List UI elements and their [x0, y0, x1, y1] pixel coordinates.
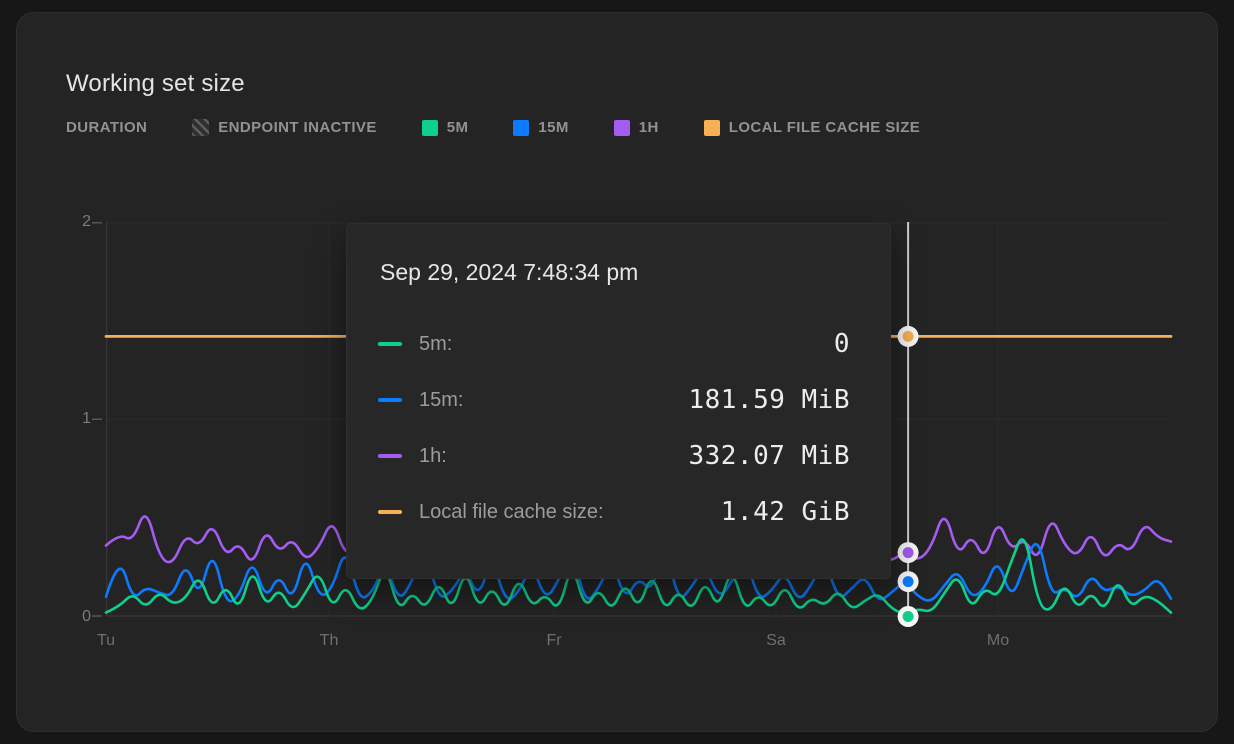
tooltip-rows: 5m: 0 15m: 181.59 MiB 1h: 332.07 MiB Local fil… [378, 329, 850, 527]
x-axis-label: Tu [97, 632, 115, 650]
chart-area: 2 1 0 Tu Th Fr Sa Mo Sep 29, 2024 7:48:34 pm 5… [17, 13, 1217, 731]
tooltip-timestamp: Sep 29, 2024 7:48:34 pm [380, 257, 850, 287]
series-color-dash [378, 342, 402, 346]
x-axis-label: Fr [546, 632, 561, 650]
y-axis-label: 0 [47, 606, 91, 628]
series-color-dash [378, 510, 402, 514]
crosshair-dot-5m [903, 611, 914, 622]
tooltip-row-label: Local file cache size: [419, 501, 604, 524]
series-color-dash [378, 398, 402, 402]
tooltip-row-value: 332.07 MiB [688, 441, 850, 471]
tooltip-row-value: 181.59 MiB [688, 385, 850, 415]
tooltip-row-15m: 15m: 181.59 MiB [378, 385, 850, 415]
tooltip-row-5m: 5m: 0 [378, 329, 850, 359]
tooltip-row-value: 0 [834, 329, 850, 359]
x-axis-label: Sa [766, 632, 786, 650]
tooltip-row-label: 1h: [419, 445, 447, 468]
x-axis-label: Mo [987, 632, 1009, 650]
series-color-dash [378, 454, 402, 458]
crosshair-dot-local_file_cache_size [903, 331, 914, 342]
tooltip-row-label: 5m: [419, 333, 452, 356]
crosshair-dot-1h [903, 547, 914, 558]
crosshair-dot-15m [903, 576, 914, 587]
tooltip-row-local-file-cache-size: Local file cache size: 1.42 GiB [378, 497, 850, 527]
tooltip-row-1h: 1h: 332.07 MiB [378, 441, 850, 471]
tooltip-row-label: 15m: [419, 389, 463, 412]
x-axis-label: Th [320, 632, 339, 650]
y-axis-label: 2 [47, 211, 91, 233]
page-background: { "card": { "title": "Working set size" … [0, 0, 1234, 744]
y-axis-label: 1 [47, 408, 91, 430]
working-set-size-card: Working set size DURATION ENDPOINT INACT… [16, 12, 1218, 732]
tooltip-row-value: 1.42 GiB [721, 497, 850, 527]
chart-tooltip: Sep 29, 2024 7:48:34 pm 5m: 0 15m: 181.59 M… [346, 223, 891, 579]
